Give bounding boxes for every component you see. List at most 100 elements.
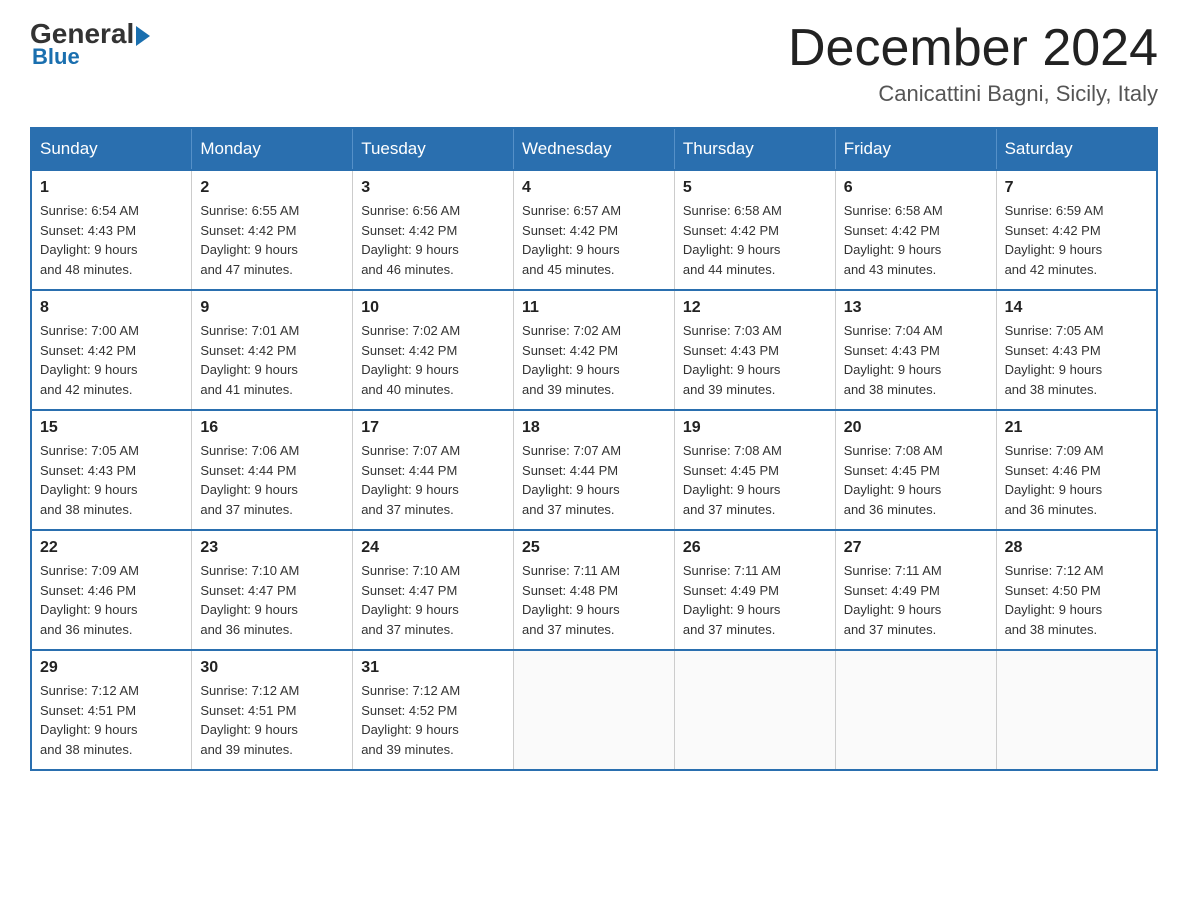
table-row: 31 Sunrise: 7:12 AM Sunset: 4:52 PM Dayl… xyxy=(353,650,514,770)
day-number: 19 xyxy=(683,419,827,437)
day-number: 6 xyxy=(844,179,988,197)
table-row xyxy=(835,650,996,770)
table-row: 16 Sunrise: 7:06 AM Sunset: 4:44 PM Dayl… xyxy=(192,410,353,530)
calendar-week-row: 22 Sunrise: 7:09 AM Sunset: 4:46 PM Dayl… xyxy=(31,530,1157,650)
calendar-week-row: 15 Sunrise: 7:05 AM Sunset: 4:43 PM Dayl… xyxy=(31,410,1157,530)
table-row: 19 Sunrise: 7:08 AM Sunset: 4:45 PM Dayl… xyxy=(674,410,835,530)
day-info: Sunrise: 7:06 AM Sunset: 4:44 PM Dayligh… xyxy=(200,441,344,519)
day-number: 10 xyxy=(361,299,505,317)
day-info: Sunrise: 7:01 AM Sunset: 4:42 PM Dayligh… xyxy=(200,321,344,399)
day-info: Sunrise: 7:09 AM Sunset: 4:46 PM Dayligh… xyxy=(40,561,183,639)
col-friday: Friday xyxy=(835,128,996,170)
calendar-table: Sunday Monday Tuesday Wednesday Thursday… xyxy=(30,127,1158,771)
day-number: 15 xyxy=(40,419,183,437)
table-row: 13 Sunrise: 7:04 AM Sunset: 4:43 PM Dayl… xyxy=(835,290,996,410)
day-number: 28 xyxy=(1005,539,1148,557)
table-row xyxy=(996,650,1157,770)
day-number: 29 xyxy=(40,659,183,677)
day-number: 4 xyxy=(522,179,666,197)
table-row: 5 Sunrise: 6:58 AM Sunset: 4:42 PM Dayli… xyxy=(674,170,835,290)
day-number: 31 xyxy=(361,659,505,677)
day-info: Sunrise: 7:08 AM Sunset: 4:45 PM Dayligh… xyxy=(683,441,827,519)
table-row: 6 Sunrise: 6:58 AM Sunset: 4:42 PM Dayli… xyxy=(835,170,996,290)
table-row: 15 Sunrise: 7:05 AM Sunset: 4:43 PM Dayl… xyxy=(31,410,192,530)
table-row: 2 Sunrise: 6:55 AM Sunset: 4:42 PM Dayli… xyxy=(192,170,353,290)
day-number: 30 xyxy=(200,659,344,677)
day-info: Sunrise: 6:57 AM Sunset: 4:42 PM Dayligh… xyxy=(522,201,666,279)
day-info: Sunrise: 7:05 AM Sunset: 4:43 PM Dayligh… xyxy=(1005,321,1148,399)
day-info: Sunrise: 7:03 AM Sunset: 4:43 PM Dayligh… xyxy=(683,321,827,399)
table-row: 10 Sunrise: 7:02 AM Sunset: 4:42 PM Dayl… xyxy=(353,290,514,410)
table-row: 22 Sunrise: 7:09 AM Sunset: 4:46 PM Dayl… xyxy=(31,530,192,650)
col-wednesday: Wednesday xyxy=(514,128,675,170)
table-row: 29 Sunrise: 7:12 AM Sunset: 4:51 PM Dayl… xyxy=(31,650,192,770)
day-number: 3 xyxy=(361,179,505,197)
day-info: Sunrise: 7:05 AM Sunset: 4:43 PM Dayligh… xyxy=(40,441,183,519)
table-row: 1 Sunrise: 6:54 AM Sunset: 4:43 PM Dayli… xyxy=(31,170,192,290)
table-row xyxy=(674,650,835,770)
table-row: 7 Sunrise: 6:59 AM Sunset: 4:42 PM Dayli… xyxy=(996,170,1157,290)
calendar-week-row: 8 Sunrise: 7:00 AM Sunset: 4:42 PM Dayli… xyxy=(31,290,1157,410)
table-row: 30 Sunrise: 7:12 AM Sunset: 4:51 PM Dayl… xyxy=(192,650,353,770)
day-number: 9 xyxy=(200,299,344,317)
day-number: 17 xyxy=(361,419,505,437)
day-info: Sunrise: 7:04 AM Sunset: 4:43 PM Dayligh… xyxy=(844,321,988,399)
table-row: 24 Sunrise: 7:10 AM Sunset: 4:47 PM Dayl… xyxy=(353,530,514,650)
logo: General Blue xyxy=(30,20,150,70)
day-info: Sunrise: 7:11 AM Sunset: 4:49 PM Dayligh… xyxy=(844,561,988,639)
day-number: 24 xyxy=(361,539,505,557)
day-info: Sunrise: 6:55 AM Sunset: 4:42 PM Dayligh… xyxy=(200,201,344,279)
table-row: 17 Sunrise: 7:07 AM Sunset: 4:44 PM Dayl… xyxy=(353,410,514,530)
col-tuesday: Tuesday xyxy=(353,128,514,170)
table-row: 21 Sunrise: 7:09 AM Sunset: 4:46 PM Dayl… xyxy=(996,410,1157,530)
day-info: Sunrise: 7:11 AM Sunset: 4:49 PM Dayligh… xyxy=(683,561,827,639)
table-row: 4 Sunrise: 6:57 AM Sunset: 4:42 PM Dayli… xyxy=(514,170,675,290)
day-number: 25 xyxy=(522,539,666,557)
table-row: 8 Sunrise: 7:00 AM Sunset: 4:42 PM Dayli… xyxy=(31,290,192,410)
table-row: 14 Sunrise: 7:05 AM Sunset: 4:43 PM Dayl… xyxy=(996,290,1157,410)
col-monday: Monday xyxy=(192,128,353,170)
day-info: Sunrise: 6:58 AM Sunset: 4:42 PM Dayligh… xyxy=(844,201,988,279)
table-row: 27 Sunrise: 7:11 AM Sunset: 4:49 PM Dayl… xyxy=(835,530,996,650)
day-number: 1 xyxy=(40,179,183,197)
day-number: 7 xyxy=(1005,179,1148,197)
calendar-week-row: 1 Sunrise: 6:54 AM Sunset: 4:43 PM Dayli… xyxy=(31,170,1157,290)
day-info: Sunrise: 7:12 AM Sunset: 4:51 PM Dayligh… xyxy=(200,681,344,759)
col-thursday: Thursday xyxy=(674,128,835,170)
day-number: 14 xyxy=(1005,299,1148,317)
day-number: 13 xyxy=(844,299,988,317)
day-number: 22 xyxy=(40,539,183,557)
day-info: Sunrise: 7:08 AM Sunset: 4:45 PM Dayligh… xyxy=(844,441,988,519)
day-number: 16 xyxy=(200,419,344,437)
calendar-week-row: 29 Sunrise: 7:12 AM Sunset: 4:51 PM Dayl… xyxy=(31,650,1157,770)
location-text: Canicattini Bagni, Sicily, Italy xyxy=(788,81,1158,107)
day-number: 21 xyxy=(1005,419,1148,437)
table-row: 12 Sunrise: 7:03 AM Sunset: 4:43 PM Dayl… xyxy=(674,290,835,410)
day-number: 8 xyxy=(40,299,183,317)
day-info: Sunrise: 7:12 AM Sunset: 4:52 PM Dayligh… xyxy=(361,681,505,759)
page-header: General Blue December 2024 Canicattini B… xyxy=(30,20,1158,107)
title-section: December 2024 Canicattini Bagni, Sicily,… xyxy=(788,20,1158,107)
day-info: Sunrise: 7:12 AM Sunset: 4:51 PM Dayligh… xyxy=(40,681,183,759)
day-number: 2 xyxy=(200,179,344,197)
table-row: 25 Sunrise: 7:11 AM Sunset: 4:48 PM Dayl… xyxy=(514,530,675,650)
table-row: 9 Sunrise: 7:01 AM Sunset: 4:42 PM Dayli… xyxy=(192,290,353,410)
day-info: Sunrise: 7:10 AM Sunset: 4:47 PM Dayligh… xyxy=(361,561,505,639)
day-info: Sunrise: 7:07 AM Sunset: 4:44 PM Dayligh… xyxy=(522,441,666,519)
day-number: 23 xyxy=(200,539,344,557)
day-info: Sunrise: 6:54 AM Sunset: 4:43 PM Dayligh… xyxy=(40,201,183,279)
month-title: December 2024 xyxy=(788,20,1158,77)
day-info: Sunrise: 7:02 AM Sunset: 4:42 PM Dayligh… xyxy=(361,321,505,399)
table-row: 26 Sunrise: 7:11 AM Sunset: 4:49 PM Dayl… xyxy=(674,530,835,650)
table-row: 18 Sunrise: 7:07 AM Sunset: 4:44 PM Dayl… xyxy=(514,410,675,530)
day-number: 12 xyxy=(683,299,827,317)
day-info: Sunrise: 7:12 AM Sunset: 4:50 PM Dayligh… xyxy=(1005,561,1148,639)
col-sunday: Sunday xyxy=(31,128,192,170)
day-number: 20 xyxy=(844,419,988,437)
table-row: 11 Sunrise: 7:02 AM Sunset: 4:42 PM Dayl… xyxy=(514,290,675,410)
table-row: 23 Sunrise: 7:10 AM Sunset: 4:47 PM Dayl… xyxy=(192,530,353,650)
day-number: 26 xyxy=(683,539,827,557)
day-info: Sunrise: 7:10 AM Sunset: 4:47 PM Dayligh… xyxy=(200,561,344,639)
day-number: 5 xyxy=(683,179,827,197)
table-row: 20 Sunrise: 7:08 AM Sunset: 4:45 PM Dayl… xyxy=(835,410,996,530)
